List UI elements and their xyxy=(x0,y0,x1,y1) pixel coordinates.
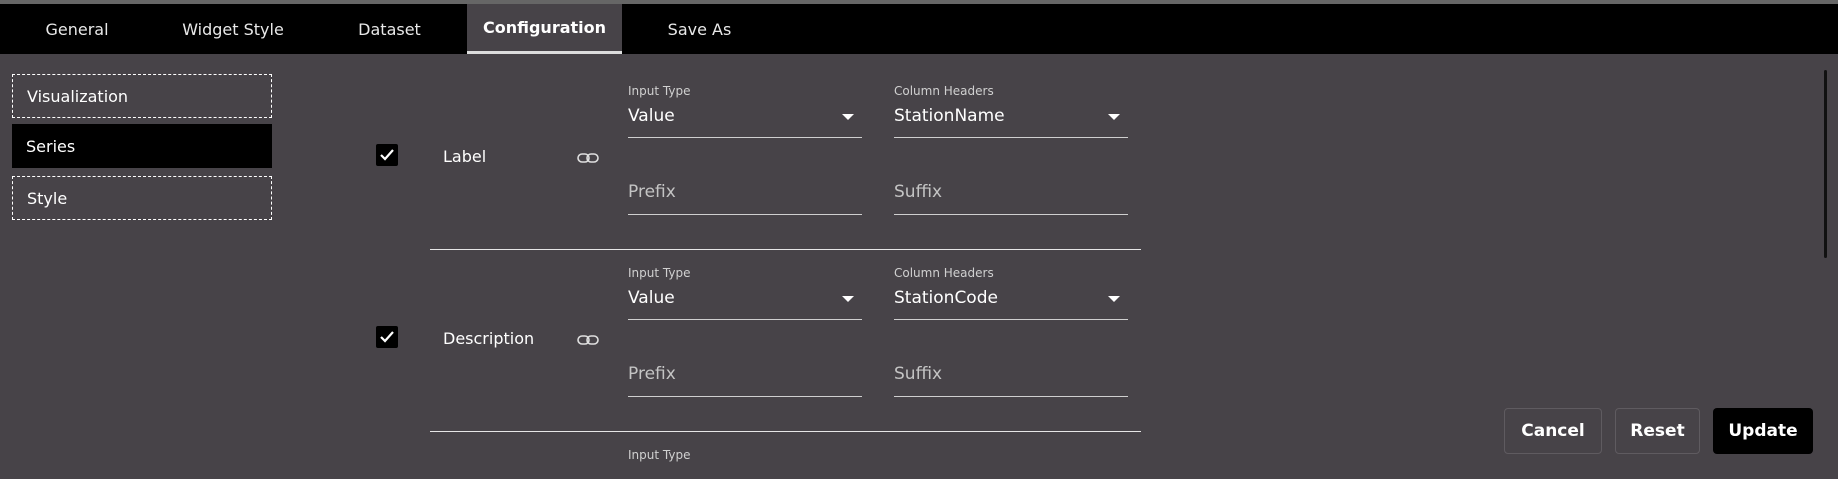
caret-down-icon xyxy=(842,296,854,302)
suffix-input[interactable]: Suffix xyxy=(894,364,1128,400)
reset-button[interactable]: Reset xyxy=(1615,408,1700,454)
sidebar-item-style[interactable]: Style xyxy=(12,176,272,220)
column-headers-select[interactable]: Column Headers StationName xyxy=(894,84,1128,140)
prefix-placeholder: Prefix xyxy=(628,364,676,384)
input-type-value: Value xyxy=(628,288,675,308)
sidebar-item-series[interactable]: Series xyxy=(12,124,272,168)
label-enabled-checkbox[interactable] xyxy=(376,144,398,166)
input-type-select[interactable]: Input Type xyxy=(628,448,862,468)
tab-save-as[interactable]: Save As xyxy=(622,4,777,54)
link-icon[interactable] xyxy=(577,151,599,165)
column-headers-value: StationName xyxy=(894,106,1005,126)
check-icon xyxy=(380,331,394,343)
series-row-label: Label xyxy=(443,147,487,166)
series-row-label: Description xyxy=(443,329,535,348)
tab-widget-style[interactable]: Widget Style xyxy=(154,4,312,54)
vertical-scrollbar[interactable] xyxy=(1824,70,1827,258)
field-underline xyxy=(628,319,862,320)
field-underline xyxy=(628,137,862,138)
suffix-input[interactable]: Suffix xyxy=(894,182,1128,218)
prefix-input[interactable]: Prefix xyxy=(628,182,862,218)
input-type-select[interactable]: Input Type Value xyxy=(628,84,862,140)
column-headers-caption: Column Headers xyxy=(894,266,994,280)
row-divider xyxy=(430,431,1141,432)
column-headers-caption: Column Headers xyxy=(894,84,994,98)
input-type-select[interactable]: Input Type Value xyxy=(628,266,862,322)
tab-bar: General Widget Style Dataset Configurati… xyxy=(0,4,1838,54)
field-underline xyxy=(894,137,1128,138)
update-button[interactable]: Update xyxy=(1713,408,1813,454)
column-headers-select[interactable]: Column Headers StationCode xyxy=(894,266,1128,322)
suffix-placeholder: Suffix xyxy=(894,182,943,202)
row-divider xyxy=(430,249,1141,250)
link-icon[interactable] xyxy=(577,333,599,347)
prefix-input[interactable]: Prefix xyxy=(628,364,862,400)
prefix-placeholder: Prefix xyxy=(628,182,676,202)
field-underline xyxy=(894,396,1128,397)
caret-down-icon xyxy=(842,114,854,120)
sidebar-item-label: Style xyxy=(27,188,68,208)
tab-dataset[interactable]: Dataset xyxy=(312,4,467,54)
field-underline xyxy=(894,319,1128,320)
tab-general[interactable]: General xyxy=(0,4,154,54)
tab-configuration[interactable]: Configuration xyxy=(467,4,622,54)
field-underline xyxy=(628,396,862,397)
input-type-caption: Input Type xyxy=(628,448,691,462)
cancel-button[interactable]: Cancel xyxy=(1504,408,1602,454)
input-type-value: Value xyxy=(628,106,675,126)
check-icon xyxy=(380,149,394,161)
caret-down-icon xyxy=(1108,296,1120,302)
input-type-caption: Input Type xyxy=(628,266,691,280)
sidebar-item-visualization[interactable]: Visualization xyxy=(12,74,272,118)
suffix-placeholder: Suffix xyxy=(894,364,943,384)
caret-down-icon xyxy=(1108,114,1120,120)
column-headers-value: StationCode xyxy=(894,288,998,308)
input-type-caption: Input Type xyxy=(628,84,691,98)
sidebar-item-label: Series xyxy=(26,136,76,156)
sidebar-item-label: Visualization xyxy=(27,86,129,106)
field-underline xyxy=(894,214,1128,215)
description-enabled-checkbox[interactable] xyxy=(376,326,398,348)
field-underline xyxy=(628,214,862,215)
